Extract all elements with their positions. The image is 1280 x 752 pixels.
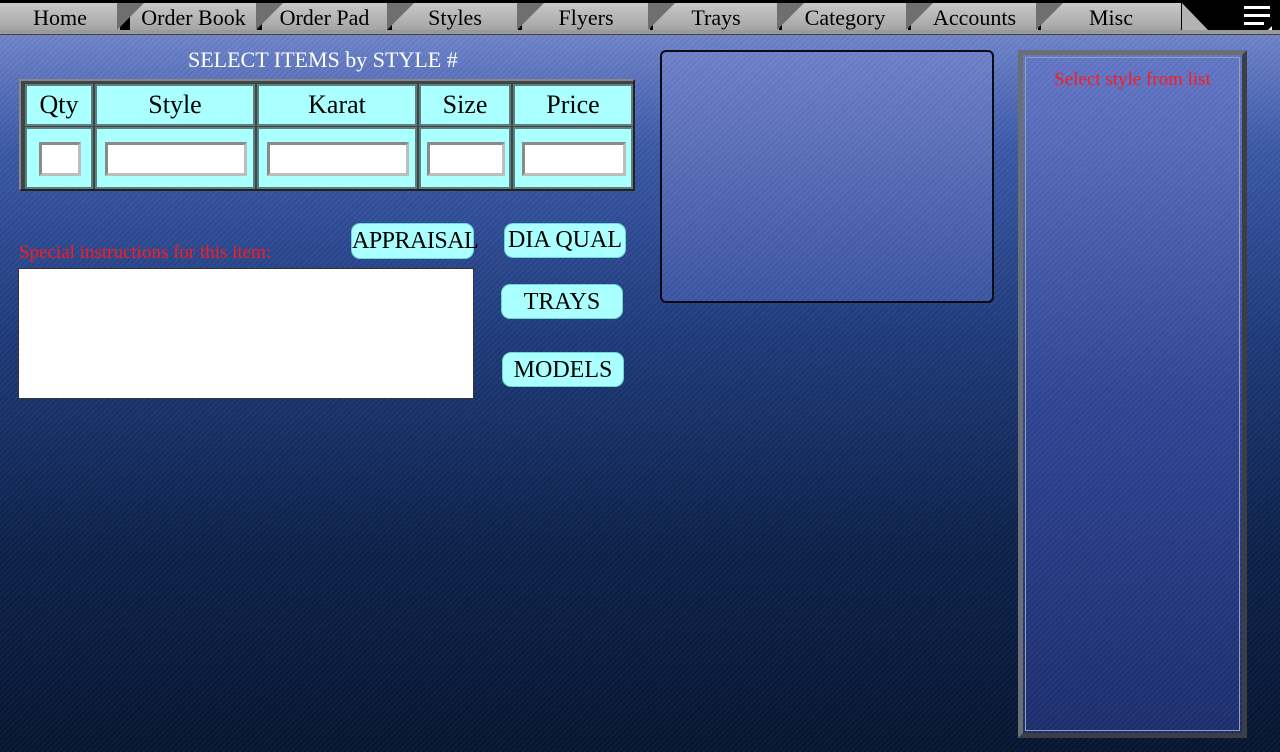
tab-home-label: Home bbox=[33, 5, 87, 30]
header-style: Style bbox=[95, 84, 255, 126]
tab-notch bbox=[117, 3, 144, 30]
tab-order-book-label: Order Book bbox=[141, 5, 246, 30]
top-nav: Home Order Book Order Pad Styles Flyers … bbox=[0, 0, 1280, 34]
cell-qty bbox=[25, 127, 93, 189]
cell-size bbox=[419, 127, 511, 189]
tab-order-book[interactable]: Order Book bbox=[117, 3, 257, 30]
tab-category-label: Category bbox=[804, 5, 886, 30]
tab-home[interactable]: Home bbox=[0, 3, 120, 30]
instructions-label: Special instructions for this item: bbox=[19, 242, 272, 263]
tab-styles[interactable]: Styles bbox=[387, 3, 518, 30]
tab-misc[interactable]: Misc bbox=[1036, 3, 1208, 30]
header-qty: Qty bbox=[25, 84, 93, 126]
nav-divider bbox=[0, 30, 1280, 35]
cell-karat bbox=[257, 127, 417, 189]
tab-notch bbox=[1036, 3, 1063, 30]
cell-price bbox=[513, 127, 633, 189]
tab-styles-label: Styles bbox=[428, 5, 482, 30]
tab-notch bbox=[517, 3, 544, 30]
tab-accounts-label: Accounts bbox=[932, 5, 1017, 30]
appraisal-button[interactable]: APPRAISAL bbox=[351, 223, 479, 259]
cell-style bbox=[95, 127, 255, 189]
header-karat: Karat bbox=[257, 84, 417, 126]
tab-end-slant bbox=[1182, 3, 1208, 30]
tab-accounts[interactable]: Accounts bbox=[906, 3, 1038, 30]
tab-misc-label: Misc bbox=[1089, 5, 1133, 30]
tab-order-pad[interactable]: Order Pad bbox=[256, 3, 387, 30]
tab-notch bbox=[777, 3, 804, 30]
tab-order-pad-label: Order Pad bbox=[279, 5, 370, 30]
style-list-inner bbox=[1025, 57, 1240, 731]
instructions-textarea[interactable] bbox=[18, 268, 474, 399]
tab-flyers[interactable]: Flyers bbox=[517, 3, 650, 30]
tab-notch bbox=[256, 3, 283, 30]
trays-button[interactable]: TRAYS bbox=[501, 284, 623, 319]
style-input[interactable] bbox=[105, 142, 247, 176]
item-preview-panel bbox=[660, 50, 994, 303]
qty-input[interactable] bbox=[39, 142, 81, 176]
page-title: SELECT ITEMS by STYLE # bbox=[188, 47, 458, 72]
tab-trays[interactable]: Trays bbox=[648, 3, 779, 30]
price-input[interactable] bbox=[522, 142, 626, 176]
style-list-message: Select style from list bbox=[1054, 69, 1211, 90]
models-button[interactable]: MODELS bbox=[502, 352, 624, 387]
tab-trays-label: Trays bbox=[691, 5, 741, 30]
karat-input[interactable] bbox=[267, 142, 409, 176]
header-size: Size bbox=[419, 84, 511, 126]
tab-flyers-label: Flyers bbox=[558, 5, 614, 30]
dia-qual-button[interactable]: DIA QUAL bbox=[504, 223, 626, 258]
header-price: Price bbox=[513, 84, 633, 126]
order-entry-table: Qty Style Karat Size Price bbox=[19, 79, 635, 191]
tab-notch bbox=[906, 3, 933, 30]
tab-notch bbox=[387, 3, 414, 30]
size-input[interactable] bbox=[427, 142, 505, 176]
style-list-panel[interactable]: Select style from list bbox=[1018, 50, 1247, 738]
tab-category[interactable]: Category bbox=[777, 3, 908, 30]
tab-notch bbox=[648, 3, 675, 30]
hamburger-menu-icon[interactable] bbox=[1242, 3, 1272, 32]
